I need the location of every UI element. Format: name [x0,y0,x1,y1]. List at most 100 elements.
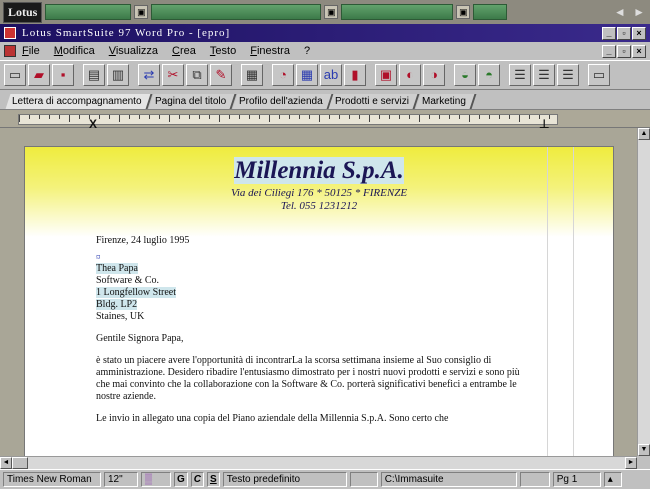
ruler-tick [329,115,330,119]
scroll-up-icon[interactable]: ▲ [638,128,650,140]
undo-icon[interactable]: ⇄ [138,64,160,86]
scroll-left-icon[interactable]: ◄ [0,457,12,469]
suite-nav-arrows[interactable]: ◄ ► [614,5,647,19]
italic-button[interactable]: C [190,472,205,487]
open-folder-icon[interactable]: ▰ [28,64,50,86]
suite-drawer-icon[interactable]: ▣ [134,5,149,19]
menu-help[interactable]: ? [304,45,310,57]
cut-icon[interactable]: ✂ [162,64,184,86]
bold-button[interactable]: G [174,472,188,487]
bullet-list-icon[interactable]: ☰ [509,64,531,86]
comment-icon[interactable]: ◐ [399,64,421,86]
copy-icon[interactable]: ⧉ [186,64,208,86]
ruler-tick [339,115,340,119]
suite-drawer-icon[interactable]: ▣ [324,5,339,19]
status-menu-icon[interactable]: ▴ [603,472,622,487]
doc-maximize-button[interactable]: ▫ [617,44,631,58]
ruler-tick [379,115,380,119]
save-icon[interactable]: ▪ [52,64,74,86]
doc-minimize-button[interactable]: _ [602,44,616,58]
salutation: Gentile Signora Papa, [96,333,184,344]
doc-close-button[interactable]: × [632,44,646,58]
ruler-tick [449,115,450,119]
lotus-logo[interactable]: Lotus [3,1,43,23]
letter-body[interactable]: Firenze, 24 luglio 1995 ¤ Thea Papa Soft… [96,235,536,425]
team-review-icon[interactable]: ◒ [454,64,476,86]
status-bar: Times New Roman 12" ▒ G C S Testo predef… [0,469,650,489]
spell-check-icon[interactable]: ab [320,64,342,86]
document-icon[interactable] [4,45,16,57]
paragraph-mark: ¤ [96,252,101,262]
recipient-building: Bldg. LP2 [96,299,138,310]
ruler-tick [159,115,160,119]
horizontal-scrollbar[interactable]: ◄ ► [0,456,637,469]
status-empty-field[interactable] [519,472,550,487]
maximize-button[interactable]: ▫ [617,26,631,40]
tab-prodotti-servizi[interactable]: Prodotti e servizi [328,94,420,109]
insert-mode-field[interactable] [349,472,378,487]
numbered-list-icon[interactable]: ☰ [533,64,555,86]
frame-icon[interactable]: ▦ [241,64,263,86]
paragraph-style-field[interactable]: Testo predefinito [222,472,347,487]
print-preview-icon[interactable]: ▥ [107,64,129,86]
suite-drawer-icon[interactable]: ▣ [456,5,471,19]
indent-icon[interactable]: ☰ [557,64,579,86]
suite-drawer-3[interactable] [341,4,454,20]
close-button[interactable]: × [632,26,646,40]
ruler-tick [349,115,350,119]
menu-finestra[interactable]: Finestra [250,45,290,57]
table-icon[interactable]: ▦ [296,64,318,86]
tab-pagina-titolo[interactable]: Pagina del titolo [148,94,237,109]
scroll-right-icon[interactable]: ► [625,457,637,469]
document-area: Millennia S.p.A. Via dei Ciliegi 176 * 5… [0,128,637,456]
draw-icon[interactable]: ◔ [272,64,294,86]
ruler-tick [359,115,360,119]
document-page[interactable]: Millennia S.p.A. Via dei Ciliegi 176 * 5… [24,146,614,456]
menu-modifica[interactable]: Modifica [54,45,95,57]
suite-drawer-1[interactable] [45,4,132,20]
new-document-icon[interactable]: ▭ [4,64,26,86]
tab-profilo-azienda[interactable]: Profilo dell'azienda [232,94,333,109]
paste-icon[interactable]: ✎ [210,64,232,86]
recipient-name: Thea Papa [96,263,138,274]
smarticons-next-icon[interactable]: ▭ [588,64,610,86]
style-icon[interactable]: ▮ [344,64,366,86]
team-edit-icon[interactable]: ◓ [478,64,500,86]
menu-crea[interactable]: Crea [172,45,196,57]
vertical-scrollbar[interactable]: ▲ ▼ [637,128,650,456]
print-icon[interactable]: ▤ [83,64,105,86]
font-size-field[interactable]: 12" [104,472,138,487]
suite-drawer-2[interactable] [151,4,322,20]
menu-testo[interactable]: Testo [210,45,236,57]
ruler-tick [519,115,520,122]
word-pro-app-icon[interactable] [4,27,16,39]
ruler-tick [79,115,80,119]
page-field[interactable]: Pg 1 [552,472,601,487]
tab-lettera[interactable]: Lettera di accompagnamento [5,94,152,109]
ruler-tick [509,115,510,119]
color-icon[interactable]: ▒ [141,472,171,487]
tab-marketing[interactable]: Marketing [415,94,477,109]
menu-file[interactable]: File [22,45,40,57]
ruler[interactable]: X ⊥ [0,110,650,131]
underline-button[interactable]: S [207,472,220,487]
ruler-tick [459,115,460,119]
window-title: Lotus SmartSuite 97 Word Pro - [epro] [22,27,231,39]
scroll-thumb[interactable] [12,457,28,469]
ruler-tick [109,115,110,119]
ruler-tick [129,115,130,119]
font-name-field[interactable]: Times New Roman [3,472,101,487]
ruler-tick [419,115,420,122]
toolbar: ▭ ▰ ▪ ▤ ▥ ⇄ ✂ ⧉ ✎ ▦ ◔ ▦ ab ▮ ▣ ◐ ◑ ◒ ◓ ☰… [0,60,650,90]
recipient-street: 1 Longfellow Street [96,287,176,298]
scroll-down-icon[interactable]: ▼ [638,444,650,456]
path-field[interactable]: C:\Immasuite [380,472,517,487]
suite-drawer-4[interactable] [473,4,508,20]
insert-object-icon[interactable]: ◑ [423,64,445,86]
ruler-strip[interactable]: X ⊥ [18,114,558,131]
minimize-button[interactable]: _ [602,26,616,40]
ruler-tick [209,115,210,119]
recipient-company: Software & Co. [96,275,160,286]
menu-visualizza[interactable]: Visualizza [109,45,158,57]
word-count-icon[interactable]: ▣ [375,64,397,86]
